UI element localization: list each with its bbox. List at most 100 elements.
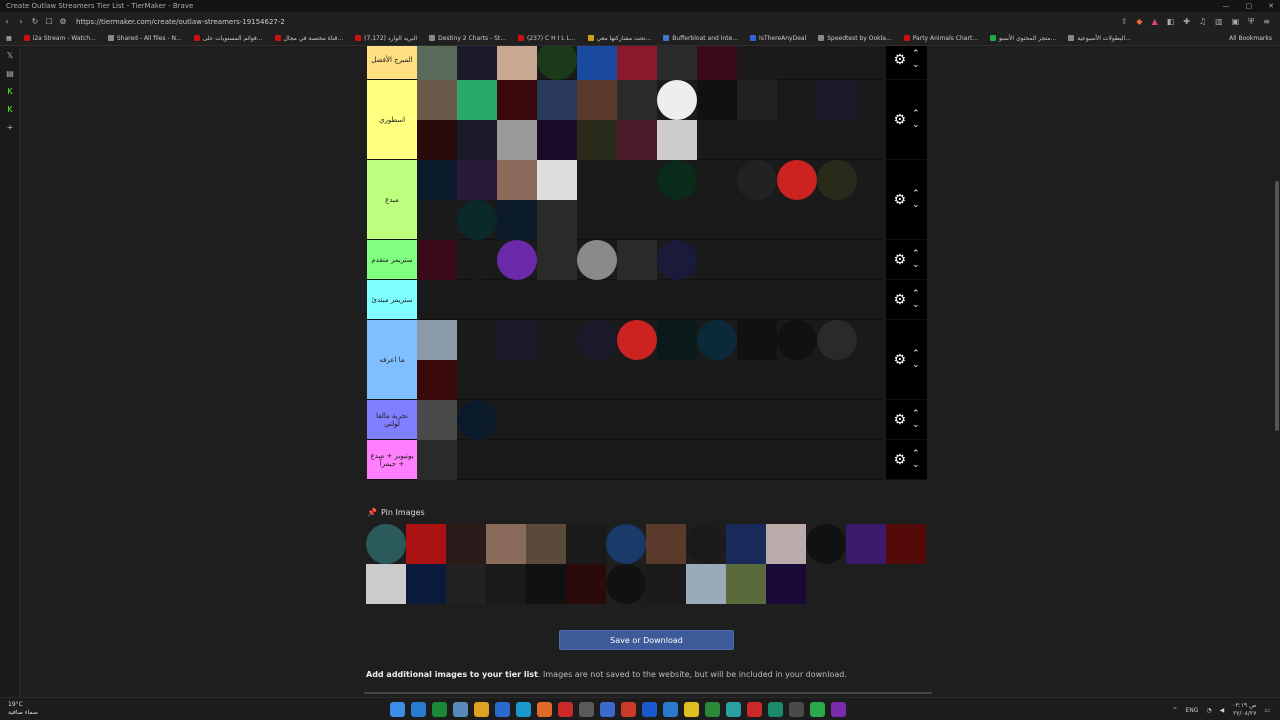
taskbar-app-icon[interactable] bbox=[432, 702, 447, 717]
maximize-icon[interactable]: ▢ bbox=[1246, 0, 1253, 12]
bookmark-item[interactable]: قوائم المستويات على... bbox=[193, 35, 263, 42]
tier-label[interactable]: ستريمر متقدم bbox=[367, 240, 417, 279]
tier-image[interactable] bbox=[457, 120, 497, 160]
tier-image[interactable] bbox=[457, 320, 497, 360]
tier-image[interactable] bbox=[497, 320, 537, 360]
tier-image[interactable] bbox=[657, 160, 697, 200]
tier-image[interactable] bbox=[697, 160, 737, 200]
tier-image[interactable] bbox=[497, 200, 537, 240]
reload-icon[interactable]: ↻ bbox=[28, 17, 42, 26]
tier-image[interactable] bbox=[537, 120, 577, 160]
taskbar-app-icon[interactable] bbox=[537, 702, 552, 717]
bookmark-item[interactable]: تحت مشاركتها معي... bbox=[587, 35, 651, 42]
chevron-up-icon[interactable]: ⌃ bbox=[912, 409, 920, 420]
pin-image[interactable] bbox=[886, 524, 926, 564]
tier-image[interactable] bbox=[697, 80, 737, 120]
rewards-icon[interactable]: ▲ bbox=[1152, 17, 1158, 27]
taskbar-app-icon[interactable] bbox=[705, 702, 720, 717]
bookmark-item[interactable]: البطولات الأسبوعية... bbox=[1068, 35, 1131, 42]
pin-image[interactable] bbox=[686, 524, 726, 564]
gear-icon[interactable]: ⚙ bbox=[893, 52, 906, 68]
tier-image[interactable] bbox=[417, 400, 457, 440]
tier-image[interactable] bbox=[577, 320, 617, 360]
tier-label[interactable]: ما اعرفه bbox=[367, 320, 417, 399]
add-icon[interactable]: + bbox=[0, 118, 20, 136]
pin-image[interactable] bbox=[446, 564, 486, 604]
taskbar-app-icon[interactable] bbox=[600, 702, 615, 717]
tier-items[interactable] bbox=[417, 240, 886, 280]
tier-image[interactable] bbox=[657, 120, 697, 160]
tier-image[interactable] bbox=[657, 240, 697, 280]
taskbar-app-icon[interactable] bbox=[411, 702, 426, 717]
pin-image[interactable] bbox=[766, 524, 806, 564]
pin-image[interactable] bbox=[566, 564, 606, 604]
tier-image[interactable] bbox=[617, 320, 657, 360]
tier-image[interactable] bbox=[497, 80, 537, 120]
taskbar-app-icon[interactable] bbox=[579, 702, 594, 717]
tier-label[interactable]: المبرج الأفضل bbox=[367, 46, 417, 79]
menu-icon[interactable]: ≡ bbox=[1263, 17, 1270, 27]
taskbar-app-icon[interactable] bbox=[831, 702, 846, 717]
bookmark-item[interactable]: IsThereAnyDeal bbox=[750, 35, 806, 42]
pin-image[interactable] bbox=[766, 564, 806, 604]
gear-icon[interactable]: ⚙ bbox=[893, 292, 906, 308]
wallet-icon[interactable]: ▣ bbox=[1232, 17, 1240, 27]
pin-image[interactable] bbox=[406, 564, 446, 604]
tier-image[interactable] bbox=[617, 120, 657, 160]
tier-image[interactable] bbox=[537, 200, 577, 240]
minimize-icon[interactable]: — bbox=[1223, 0, 1230, 12]
tier-image[interactable] bbox=[697, 46, 737, 80]
tier-items[interactable] bbox=[417, 280, 886, 319]
tier-image[interactable] bbox=[617, 160, 657, 200]
tier-image[interactable] bbox=[617, 240, 657, 280]
forward-icon[interactable]: › bbox=[14, 17, 28, 26]
tier-image[interactable] bbox=[417, 360, 457, 400]
chevron-down-icon[interactable]: ⌄ bbox=[912, 120, 920, 131]
gear-icon[interactable]: ⚙ bbox=[893, 352, 906, 368]
pin-image[interactable] bbox=[406, 524, 446, 564]
tier-image[interactable] bbox=[537, 320, 577, 360]
tier-items[interactable] bbox=[417, 320, 886, 400]
tier-label[interactable]: يوتيوبر + مبدع + جيمراً bbox=[367, 440, 417, 479]
tier-image[interactable] bbox=[417, 240, 457, 280]
pin-image[interactable] bbox=[686, 564, 726, 604]
bookmark-item[interactable]: قناة مختصة في مجال... bbox=[274, 35, 343, 42]
chevron-down-icon[interactable]: ⌄ bbox=[912, 420, 920, 431]
close-icon[interactable]: ✕ bbox=[1268, 0, 1274, 12]
site-info-icon[interactable]: ⚙ bbox=[56, 17, 70, 26]
tier-image[interactable] bbox=[617, 80, 657, 120]
tier-items[interactable] bbox=[417, 400, 886, 440]
tier-image[interactable] bbox=[777, 320, 817, 360]
pin-image[interactable] bbox=[806, 524, 846, 564]
tier-image[interactable] bbox=[817, 80, 857, 120]
pin-image[interactable] bbox=[846, 524, 886, 564]
pin-image[interactable] bbox=[566, 524, 606, 564]
taskbar-app-icon[interactable] bbox=[663, 702, 678, 717]
taskbar-app-icon[interactable] bbox=[726, 702, 741, 717]
tier-image[interactable] bbox=[417, 320, 457, 360]
chevron-up-icon[interactable]: ⌃ bbox=[912, 289, 920, 300]
pin-image[interactable] bbox=[526, 524, 566, 564]
bookmark-item[interactable]: Destiny 2 Charts - St... bbox=[429, 35, 506, 42]
taskbar-app-icon[interactable] bbox=[474, 702, 489, 717]
taskbar-app-icon[interactable] bbox=[621, 702, 636, 717]
bookmark-icon[interactable]: ☐ bbox=[42, 17, 56, 26]
pin-image[interactable] bbox=[486, 564, 526, 604]
chevron-up-icon[interactable]: ⌃ bbox=[912, 249, 920, 260]
tier-image[interactable] bbox=[457, 160, 497, 200]
taskbar-app-icon[interactable] bbox=[516, 702, 531, 717]
tier-image[interactable] bbox=[737, 46, 777, 80]
all-bookmarks[interactable]: All Bookmarks bbox=[1229, 35, 1272, 42]
taskbar-app-icon[interactable] bbox=[495, 702, 510, 717]
pin-image[interactable] bbox=[726, 564, 766, 604]
gear-icon[interactable]: ⚙ bbox=[893, 412, 906, 428]
tier-image[interactable] bbox=[577, 240, 617, 280]
extension-icon[interactable]: ◧ bbox=[1167, 17, 1175, 27]
pin-image[interactable] bbox=[366, 524, 406, 564]
tier-image[interactable] bbox=[497, 240, 537, 280]
tier-image[interactable] bbox=[497, 160, 537, 200]
tier-image[interactable] bbox=[537, 160, 577, 200]
apps-icon[interactable]: ▦ bbox=[6, 35, 12, 42]
tier-label[interactable]: ستريمر مبتدئ bbox=[367, 280, 417, 319]
pin-image[interactable] bbox=[366, 564, 406, 604]
